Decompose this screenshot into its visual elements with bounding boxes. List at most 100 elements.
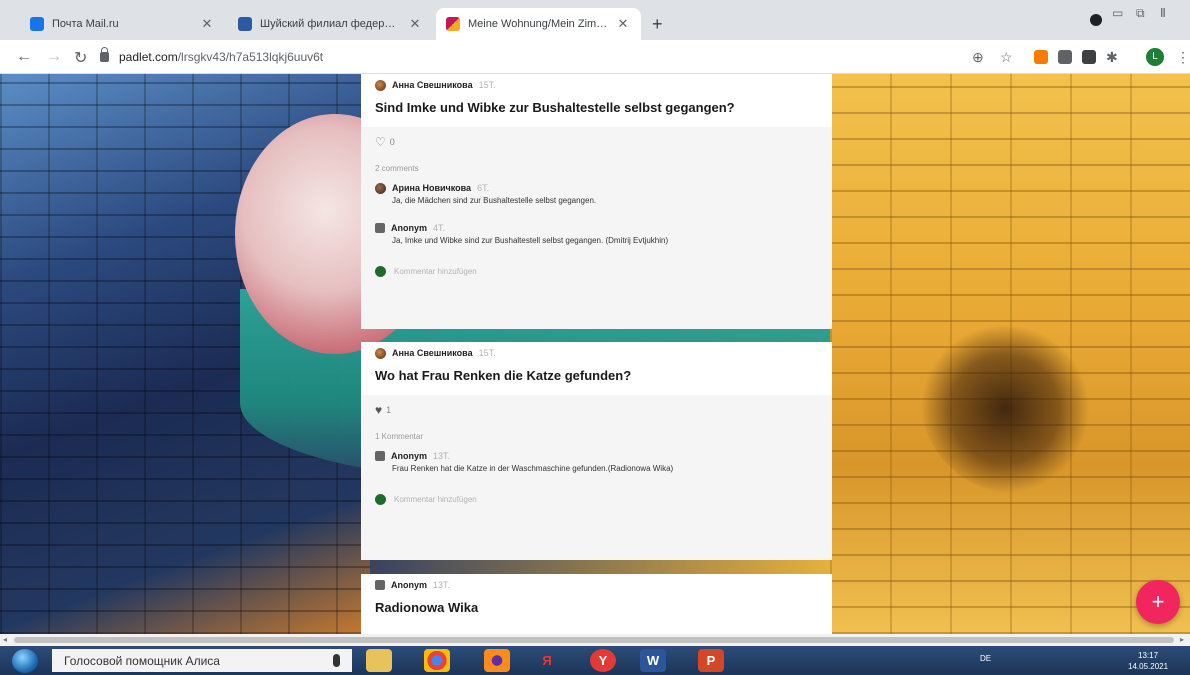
padlet-board: Анна Свешникова 15T. Sind Imke und Wibke…: [0, 74, 1190, 634]
scroll-right-arrow-icon[interactable]: ▸: [1180, 634, 1184, 646]
tab-title: Meine Wohnung/Mein Zimmer.: [468, 18, 609, 30]
avatar: [375, 79, 386, 91]
comment-text: Ja, Imke und Wibke sind zur Bushaltestel…: [392, 236, 669, 245]
add-comment-placeholder: Kommentar hinzufügen: [394, 494, 477, 504]
comment-text: Frau Renken hat die Katze in der Waschma…: [392, 464, 674, 473]
comment-time: 13T.: [433, 451, 451, 461]
close-icon[interactable]: ✕: [407, 16, 423, 32]
like-button[interactable]: ♥ 1: [361, 395, 832, 425]
post-column: Анна Свешникова 15T. Sind Imke und Wibke…: [361, 74, 832, 634]
like-count: 0: [389, 137, 395, 147]
avatar: [375, 493, 386, 505]
post-card[interactable]: Anonym 13T. Radionowa Wika: [361, 574, 832, 634]
comment-author: Anonym: [391, 223, 427, 233]
yandex-icon[interactable]: Я: [534, 649, 560, 672]
post-title: Radionowa Wika: [375, 600, 479, 615]
comment-author-row: Anonym 4T.: [375, 221, 818, 235]
comment: Арина Новичкова 6T. Ja, die Mädchen sind…: [361, 181, 832, 207]
padlet-favicon-icon: [446, 17, 460, 31]
avatar: [375, 182, 386, 194]
yandex-browser-icon[interactable]: Y: [590, 649, 616, 672]
post-header: Анна Свешникова 15T. Wo hat Frau Renken …: [361, 342, 832, 395]
tab-mail[interactable]: Почта Mail.ru ✕: [20, 8, 225, 40]
reload-icon[interactable]: ↻: [74, 48, 87, 68]
mail-favicon-icon: [30, 17, 44, 31]
university-favicon-icon: [238, 17, 252, 31]
extension-icon[interactable]: [1058, 50, 1072, 64]
heart-filled-icon: ♥: [375, 403, 383, 417]
comment-count: 2 comments: [375, 164, 419, 173]
system-clock[interactable]: 13:17 14.05.2021: [1128, 650, 1168, 672]
tab-shuya-branch[interactable]: Шуйский филиал федерального ✕: [228, 8, 433, 40]
comment: Anonym 4T. Ja, Imke und Wibke sind zur B…: [361, 221, 832, 247]
heart-outline-icon: ♡: [375, 135, 386, 149]
post-time: 15T.: [478, 80, 496, 90]
windows-taskbar: Голосовой помощник Алиса Я Y W P DE 13:1…: [0, 646, 1190, 675]
start-button[interactable]: [12, 649, 38, 673]
url-path: /lrsgkv43/h7a513lqkj6uuv6t: [177, 50, 324, 64]
post-card[interactable]: Анна Свешникова 15T. Sind Imke und Wibke…: [361, 74, 832, 329]
close-icon[interactable]: ✕: [615, 16, 631, 32]
comment-author-row: Anonym 13T.: [375, 449, 818, 463]
forward-arrow-icon[interactable]: →: [46, 48, 62, 66]
comment-time: 4T.: [433, 223, 446, 233]
extension-icon[interactable]: [1034, 50, 1048, 64]
tab-padlet[interactable]: Meine Wohnung/Mein Zimmer. ✕: [436, 8, 641, 40]
tab-strip: Почта Mail.ru ✕ Шуйский филиал федеральн…: [0, 0, 1190, 40]
minimize-icon[interactable]: ▭: [1112, 6, 1123, 20]
clock-time: 13:17: [1138, 651, 1159, 660]
record-indicator-icon: [1090, 14, 1102, 26]
clock-date: 14.05.2021: [1128, 662, 1169, 671]
comment-author: Арина Новичкова: [392, 183, 472, 193]
language-indicator[interactable]: DE: [980, 654, 991, 663]
file-explorer-icon[interactable]: [366, 649, 392, 672]
close-window-icon[interactable]: Ⅱ: [1160, 6, 1166, 20]
comment-count: 1 Kommentar: [375, 432, 424, 441]
anonymous-avatar-icon: [375, 580, 385, 590]
microphone-icon[interactable]: [333, 654, 340, 667]
post-author: Анна Свешникова: [392, 80, 473, 90]
chrome-icon[interactable]: [424, 649, 450, 672]
extensions-puzzle-icon[interactable]: ✱: [1106, 49, 1118, 66]
comment: Anonym 13T. Frau Renken hat die Katze in…: [361, 449, 832, 475]
restore-icon[interactable]: ⧉: [1136, 6, 1145, 21]
tab-title: Почта Mail.ru: [52, 18, 119, 30]
extension-icon[interactable]: [1082, 50, 1096, 64]
like-button[interactable]: ♡ 0: [361, 127, 832, 157]
like-count: 1: [386, 405, 392, 415]
menu-kebab-icon[interactable]: ⋮: [1176, 49, 1190, 66]
voice-assistant-search[interactable]: Голосовой помощник Алиса: [52, 649, 352, 672]
word-icon[interactable]: W: [640, 649, 666, 672]
scroll-left-arrow-icon[interactable]: ◂: [3, 634, 7, 646]
comment-time: 6T.: [477, 183, 490, 193]
new-tab-plus-icon[interactable]: +: [652, 14, 663, 35]
post-author-row: Анна Свешникова 15T.: [375, 74, 818, 96]
comment-author-row: Арина Новичкова 6T.: [375, 181, 818, 195]
post-author: Анна Свешникова: [392, 348, 473, 358]
scrollbar-thumb[interactable]: [14, 637, 1174, 643]
profile-avatar[interactable]: L: [1146, 48, 1164, 66]
system-tray: DE: [980, 654, 991, 663]
post-card[interactable]: Анна Свешникова 15T. Wo hat Frau Renken …: [361, 342, 832, 560]
add-comment-input[interactable]: Kommentar hinzufügen: [361, 489, 832, 509]
translate-icon[interactable]: ⊕: [972, 49, 984, 66]
search-placeholder: Голосовой помощник Алиса: [64, 653, 220, 668]
address-bar[interactable]: padlet.com /lrsgkv43/h7a513lqkj6uuv6t: [100, 44, 960, 70]
post-time: 15T.: [478, 348, 496, 358]
add-post-button[interactable]: +: [1136, 580, 1180, 624]
firefox-icon[interactable]: [484, 649, 510, 672]
anonymous-avatar-icon: [375, 451, 385, 461]
powerpoint-icon[interactable]: P: [698, 649, 724, 672]
post-header: Анна Свешникова 15T. Sind Imke und Wibke…: [361, 74, 832, 127]
horizontal-scrollbar[interactable]: ◂ ▸: [0, 634, 1190, 646]
post-title: Sind Imke und Wibke zur Bushaltestelle s…: [375, 100, 735, 115]
bookmark-star-icon[interactable]: ☆: [1000, 49, 1013, 66]
post-title: Wo hat Frau Renken die Katze gefunden?: [375, 368, 632, 383]
close-icon[interactable]: ✕: [199, 16, 215, 32]
avatar: [375, 347, 386, 359]
back-arrow-icon[interactable]: ←: [16, 48, 32, 66]
add-comment-placeholder: Kommentar hinzufügen: [394, 266, 477, 276]
add-comment-input[interactable]: Kommentar hinzufügen: [361, 261, 832, 281]
browser-toolbar: ← → ↻ padlet.com /lrsgkv43/h7a513lqkj6uu…: [0, 40, 1190, 74]
tab-title: Шуйский филиал федерального: [260, 18, 401, 30]
